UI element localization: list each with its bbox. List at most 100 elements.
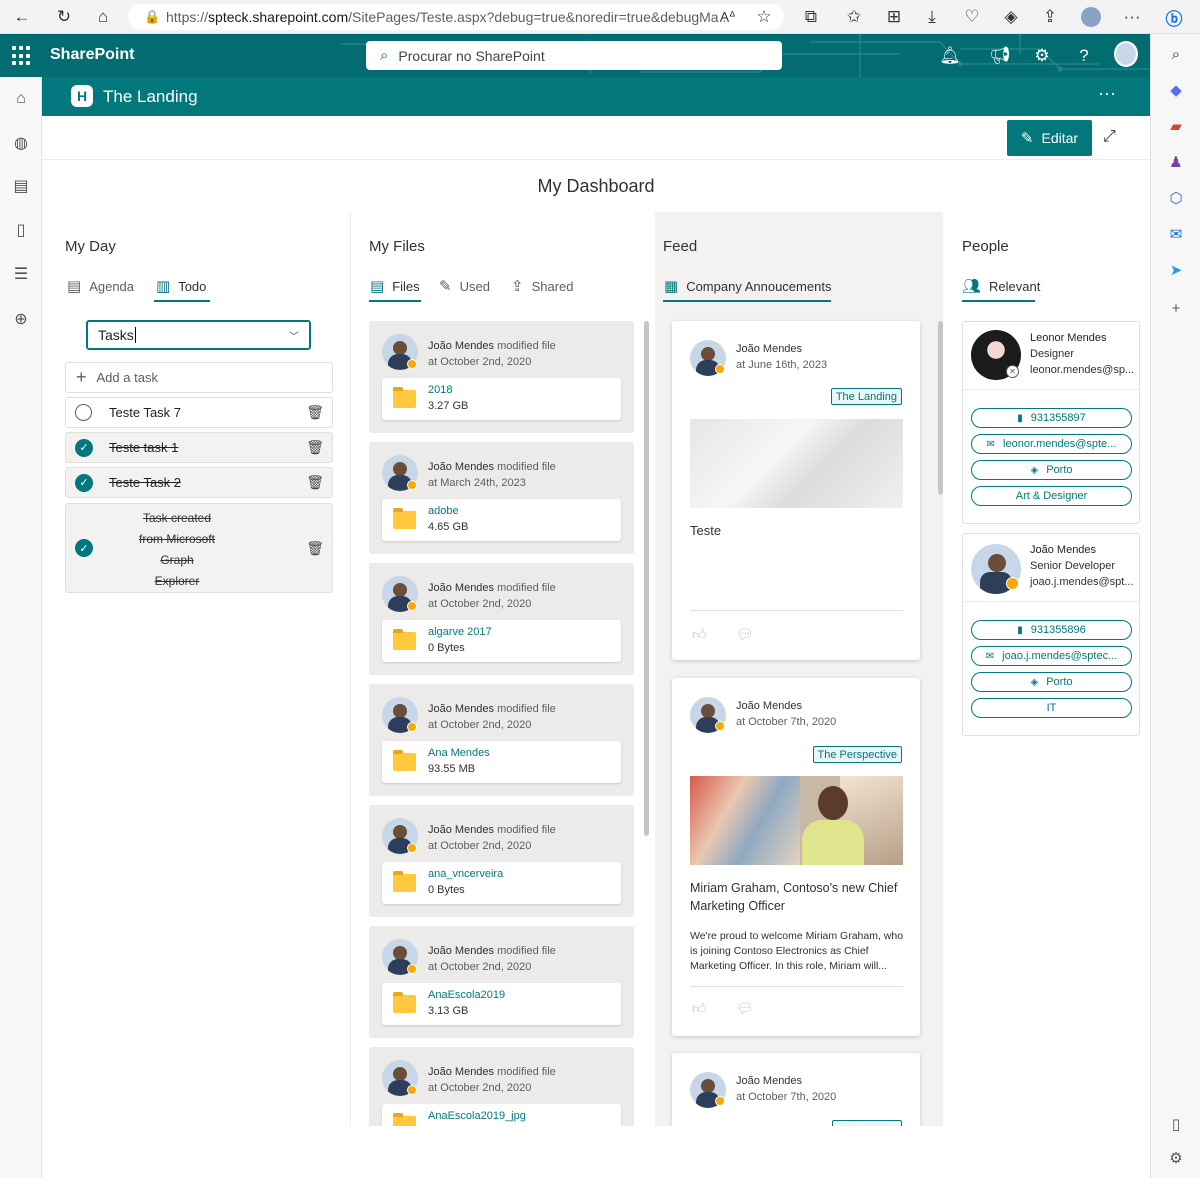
lists-icon[interactable]: ☰ xyxy=(10,263,32,285)
add-task-input[interactable]: + Add a task xyxy=(65,362,333,393)
trash-icon[interactable]: 🗑︎ xyxy=(306,474,324,491)
person-card[interactable]: ✕ Leonor Mendes Designer leonor.mendes@s… xyxy=(962,321,1140,524)
task-item[interactable]: ✓ Task created from Microsoft Graph Expl… xyxy=(65,503,333,593)
home-icon[interactable]: ⌂ xyxy=(10,88,32,110)
share-icon[interactable]: ⇪ xyxy=(1038,5,1062,29)
site-logo[interactable]: H xyxy=(71,85,93,107)
file-name[interactable]: adobe xyxy=(428,505,459,517)
email-button[interactable]: ✉ leonor.mendes@spte... xyxy=(971,434,1132,454)
back-icon[interactable]: ← xyxy=(10,5,34,29)
create-icon[interactable]: ⊕ xyxy=(10,308,32,330)
file-card[interactable]: João Mendes modified file at October 2nd,… xyxy=(369,563,634,675)
tab-shared[interactable]: ⇪ Shared xyxy=(511,276,574,296)
person-name[interactable]: Leonor Mendes xyxy=(1030,330,1134,346)
browser-essentials-icon[interactable]: ◈ xyxy=(999,5,1023,29)
tab-agenda[interactable]: ▤ Agenda xyxy=(67,276,134,296)
file-card[interactable]: João Mendes modified file at October 2nd,… xyxy=(369,926,634,1038)
expand-icon[interactable]: ⤢ xyxy=(1103,128,1116,146)
file-card[interactable]: João Mendes modified file at October 2nd,… xyxy=(369,684,634,796)
department-button[interactable]: IT xyxy=(971,698,1132,718)
read-aloud-icon[interactable]: Aᐞ xyxy=(716,5,740,29)
email-button[interactable]: ✉ joao.j.mendes@sptec... xyxy=(971,646,1132,666)
extensions-icon[interactable]: ⧉ xyxy=(799,5,823,29)
favorite-star-icon[interactable]: ☆ xyxy=(752,5,776,29)
feed-scrollbar[interactable] xyxy=(938,321,943,495)
file-item[interactable]: algarve 2017 0 Bytes xyxy=(382,620,621,662)
outlook-icon[interactable]: ✉ xyxy=(1164,222,1188,246)
address-bar[interactable]: 🔒 https://spteck.sharepoint.com/SitePage… xyxy=(128,4,784,30)
file-item[interactable]: adobe 4.65 GB xyxy=(382,499,621,541)
phone-button[interactable]: ▮ 931355897 xyxy=(971,408,1132,428)
help-icon[interactable]: ? xyxy=(1072,44,1096,68)
sharepoint-brand[interactable]: SharePoint xyxy=(50,46,134,64)
file-card[interactable]: João Mendes modified file at October 2nd,… xyxy=(369,321,634,433)
tab-relevant[interactable]: 👥︎ Relevant xyxy=(962,276,1040,296)
files-icon[interactable]: ▯ xyxy=(10,219,32,241)
search-input[interactable]: ⌕ Procurar no SharePoint xyxy=(366,41,782,70)
task-checked-icon[interactable]: ✓ xyxy=(75,539,93,557)
sidebar-settings-icon[interactable]: ⚙ xyxy=(1164,1146,1188,1170)
trash-icon[interactable]: 🗑︎ xyxy=(306,404,324,421)
sites-globe-icon[interactable]: ◍ xyxy=(10,132,32,154)
games-icon[interactable]: ♟ xyxy=(1164,150,1188,174)
profile-avatar-icon[interactable] xyxy=(1079,5,1103,29)
file-name[interactable]: Ana Mendes xyxy=(428,747,490,759)
task-item[interactable]: ✓ Teste task 1 🗑︎ xyxy=(65,432,333,463)
tab-used[interactable]: ✎ Used xyxy=(439,276,490,296)
phone-button[interactable]: ▮ 931355896 xyxy=(971,620,1132,640)
collections-icon[interactable]: ⊞ xyxy=(882,5,906,29)
file-card[interactable]: João Mendes modified file at March 24th, … xyxy=(369,442,634,554)
site-more-icon[interactable]: ··· xyxy=(1098,83,1116,104)
task-checked-icon[interactable]: ✓ xyxy=(75,438,93,457)
file-item[interactable]: AnaEscola2019_jpg xyxy=(382,1104,621,1126)
search-icon[interactable]: ⌕ xyxy=(1164,42,1188,66)
settings-gear-icon[interactable]: ⚙ xyxy=(1030,44,1054,68)
file-name[interactable]: AnaEscola2019 xyxy=(428,989,505,1001)
file-item[interactable]: ana_vncerveira 0 Bytes xyxy=(382,862,621,904)
file-name[interactable]: AnaEscola2019_jpg xyxy=(428,1110,526,1122)
person-name[interactable]: João Mendes xyxy=(1030,542,1134,558)
files-scrollbar[interactable] xyxy=(644,321,649,836)
copilot-icon[interactable]: ⓑ xyxy=(1162,5,1186,29)
tab-todo[interactable]: ▥ Todo xyxy=(156,276,206,296)
location-button[interactable]: ◈ Porto xyxy=(971,460,1132,480)
home-icon[interactable]: ⌂ xyxy=(91,5,115,29)
task-checked-icon[interactable]: ✓ xyxy=(75,473,93,492)
file-name[interactable]: algarve 2017 xyxy=(428,626,492,638)
file-item[interactable]: 2018 3.27 GB xyxy=(382,378,621,420)
shopping-icon[interactable]: ◆ xyxy=(1164,78,1188,102)
file-item[interactable]: Ana Mendes 93.55 MB xyxy=(382,741,621,783)
tab-company-announcements[interactable]: ▦ Company Annoucements xyxy=(664,276,831,296)
file-card[interactable]: João Mendes modified file at October 2nd,… xyxy=(369,1047,634,1126)
trash-icon[interactable]: 🗑︎ xyxy=(306,540,324,557)
user-avatar[interactable] xyxy=(1114,41,1138,67)
location-button[interactable]: ◈ Porto xyxy=(971,672,1132,692)
tools-icon[interactable]: ▰ xyxy=(1164,114,1188,138)
notifications-icon[interactable]: 🔔︎ xyxy=(938,44,962,68)
more-icon[interactable]: ··· xyxy=(1120,5,1144,29)
task-item[interactable]: Teste Task 7 🗑︎ xyxy=(65,397,333,428)
add-sidebar-app-icon[interactable]: + xyxy=(1164,296,1188,320)
site-title[interactable]: The Landing xyxy=(103,87,198,107)
downloads-icon[interactable]: ⤓ xyxy=(920,5,944,29)
favorites-icon[interactable]: ✩ xyxy=(842,5,866,29)
trash-icon[interactable]: 🗑︎ xyxy=(306,439,324,456)
megaphone-icon[interactable]: 📢︎ xyxy=(988,44,1012,68)
file-name[interactable]: ana_vncerveira xyxy=(428,868,503,880)
sidebar-toggle-icon[interactable]: ▯ xyxy=(1164,1112,1188,1136)
health-icon[interactable]: ♡ xyxy=(960,5,984,29)
refresh-icon[interactable]: ↻ xyxy=(52,5,76,29)
file-item[interactable]: AnaEscola2019 3.13 GB xyxy=(382,983,621,1025)
task-checkbox[interactable] xyxy=(75,404,92,421)
task-item[interactable]: ✓ Teste Task 2 🗑︎ xyxy=(65,467,333,498)
tab-files[interactable]: ▤ Files xyxy=(370,276,420,296)
department-button[interactable]: Art & Designer xyxy=(971,486,1132,506)
app-launcher-icon[interactable] xyxy=(12,46,32,66)
news-icon[interactable]: ▤ xyxy=(10,175,32,197)
drop-icon[interactable]: ➤ xyxy=(1164,258,1188,282)
file-name[interactable]: 2018 xyxy=(428,384,452,396)
office-icon[interactable]: ⬡ xyxy=(1164,186,1188,210)
task-list-select[interactable]: Tasks ﹀ xyxy=(86,320,311,350)
edit-button[interactable]: ✎ Editar xyxy=(1007,120,1092,156)
person-card[interactable]: João Mendes Senior Developer joao.j.mend… xyxy=(962,533,1140,736)
